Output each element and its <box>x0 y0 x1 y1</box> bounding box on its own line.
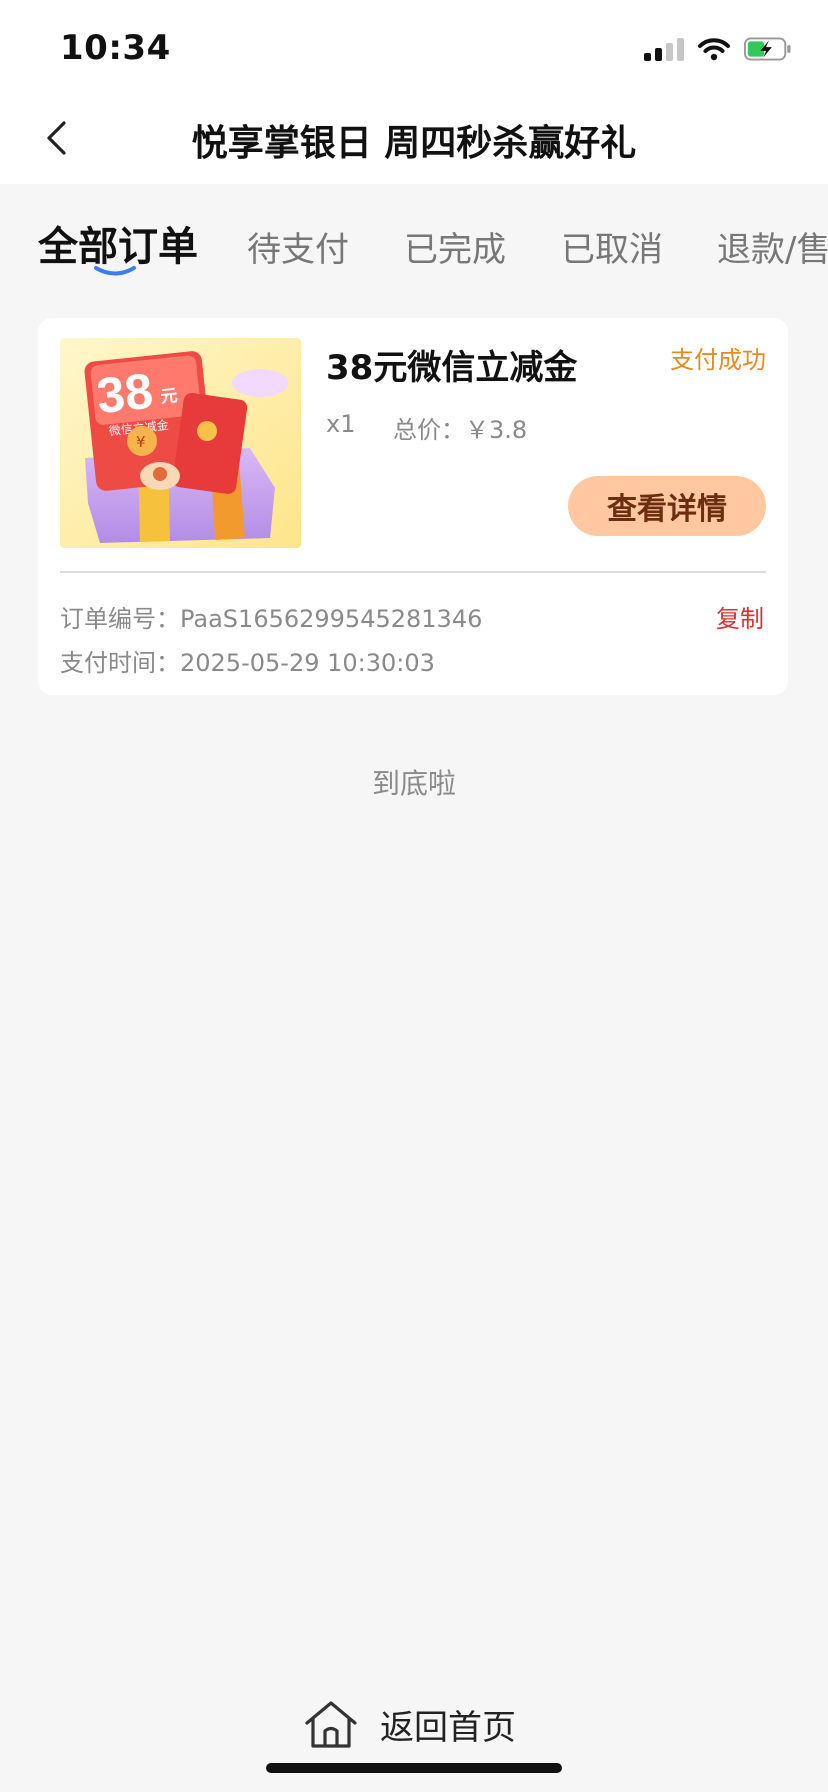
tab-all-orders[interactable]: 全部订单 <box>38 214 198 272</box>
thumb-amount: 38 <box>94 363 155 425</box>
status-time: 10:34 <box>60 28 171 68</box>
divider <box>60 571 766 573</box>
home-indicator <box>266 1763 562 1773</box>
tab-refund[interactable]: 退款/售后 <box>717 222 828 271</box>
list-end-text: 到底啦 <box>371 767 456 800</box>
tab-completed[interactable]: 已完成 <box>404 222 506 271</box>
back-to-home-button[interactable]: 返回首页 <box>302 1696 516 1752</box>
total-price-value: ￥3.8 <box>465 416 528 444</box>
product-thumbnail: 38 元 微信立减金 ¥ <box>60 338 301 548</box>
view-details-button[interactable]: 查看详情 <box>568 476 766 536</box>
order-number-label: 订单编号： <box>60 605 180 633</box>
back-to-home-label: 返回首页 <box>380 1707 516 1748</box>
order-number-row: 订单编号：PaaS1656299545281346 <box>60 599 482 634</box>
product-name: 38元微信立减金 <box>326 348 578 388</box>
payment-status: 支付成功 <box>670 346 766 374</box>
tab-pending-payment[interactable]: 待支付 <box>247 222 349 271</box>
battery-charging-icon <box>744 37 791 61</box>
home-icon <box>305 1701 357 1748</box>
order-number: PaaS1656299545281346 <box>180 605 483 633</box>
nav-bar: 悦享掌银日 周四秒杀赢好礼 <box>0 92 828 184</box>
copy-button[interactable]: 复制 <box>716 599 764 634</box>
thumb-unit: 元 <box>160 386 179 408</box>
total-price: 总价：￥3.8 <box>393 410 527 445</box>
order-tabs: 全部订单 待支付 已完成 已取消 退款/售后 <box>0 184 828 284</box>
order-list-screen: 10:34 悦享掌银日 周四秒杀赢好礼 全部订单 待支付 已完成 已取消 退款/… <box>0 0 828 1792</box>
payment-time: 2025-05-29 10:30:03 <box>180 649 435 677</box>
back-button[interactable] <box>28 110 84 166</box>
thumb-currency: ¥ <box>136 433 146 451</box>
active-tab-indicator <box>94 266 136 276</box>
wifi-icon <box>698 38 730 61</box>
order-card[interactable]: 38 元 微信立减金 ¥ 38元微信立减金 支付成功 x1 总价：￥3.8 查看… <box>38 318 788 695</box>
signal-icon <box>644 37 684 61</box>
total-price-label: 总价： <box>393 416 465 444</box>
payment-time-label: 支付时间： <box>60 649 180 677</box>
status-bar: 10:34 <box>0 0 828 92</box>
payment-time-row: 支付时间：2025-05-29 10:30:03 <box>60 643 435 678</box>
page-title: 悦享掌银日 周四秒杀赢好礼 <box>191 123 637 164</box>
quantity: x1 <box>326 410 356 438</box>
tab-cancelled[interactable]: 已取消 <box>561 222 663 271</box>
status-icons <box>644 34 792 64</box>
chevron-left-icon <box>47 121 66 155</box>
